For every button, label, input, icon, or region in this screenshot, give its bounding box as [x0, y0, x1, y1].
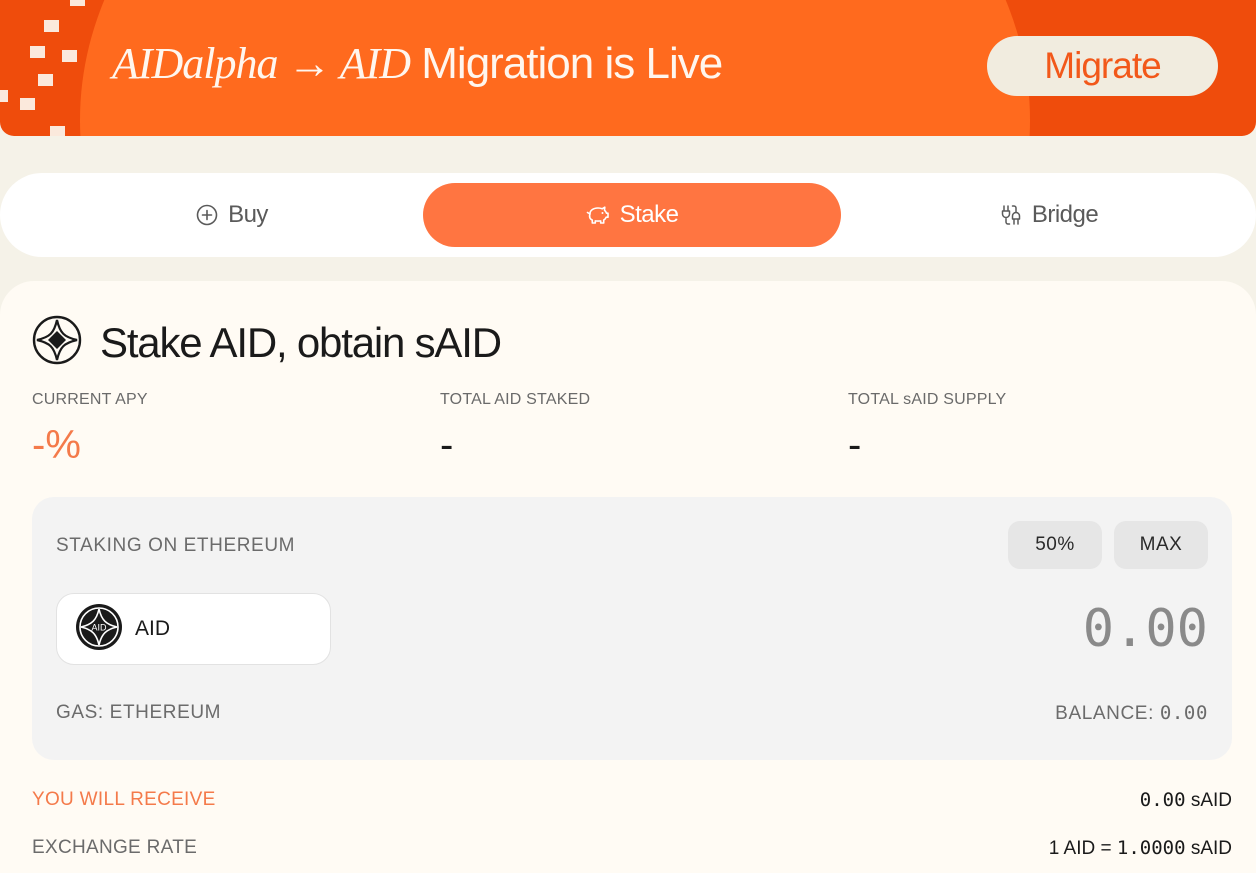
tab-bridge[interactable]: Bridge — [840, 183, 1256, 247]
staking-panel: STAKING ON ETHEREUM 50% MAX AID AID GAS:… — [32, 497, 1232, 760]
migration-banner: AIDalpha → AID Migration is Live Migrate — [0, 0, 1256, 136]
stat-label: TOTAL AID STAKED — [440, 391, 591, 408]
banner-headline: AIDalpha → AID Migration is Live — [112, 38, 723, 89]
exchange-rate: 1 AID = 1.0000 sAID — [1049, 837, 1232, 860]
tab-buy-label: Buy — [228, 201, 268, 228]
balance-value: 0.00 — [1159, 702, 1208, 724]
banner-headline-text: Migration is Live — [421, 39, 723, 88]
stat-value: - — [848, 423, 862, 467]
staking-network-label: STAKING ON ETHEREUM — [56, 535, 296, 556]
exchange-rate-unit: sAID — [1190, 838, 1232, 859]
stake-card: Stake AID, obtain sAID CURRENT APY -% TO… — [0, 281, 1256, 873]
page-title: Stake AID, obtain sAID — [100, 318, 502, 366]
tab-stake[interactable]: Stake — [423, 183, 841, 247]
half-button[interactable]: 50% — [1008, 521, 1102, 569]
exchange-rate-prefix: 1 AID = — [1048, 838, 1112, 859]
stake-header: Stake AID, obtain sAID — [32, 315, 502, 370]
stat-current-apy: CURRENT APY -% — [32, 391, 148, 468]
receive-value: 0.00 — [1139, 789, 1186, 811]
banner-pixel-decoration — [30, 46, 45, 58]
banner-pixel-decoration — [38, 74, 53, 86]
balance-readout: BALANCE: 0.00 — [1055, 702, 1208, 725]
receive-amount: 0.00 sAID — [1140, 789, 1232, 812]
banner-pixel-decoration — [62, 50, 77, 62]
banner-pixel-decoration — [70, 0, 85, 6]
gas-label: GAS: ETHEREUM — [56, 702, 222, 723]
bridge-icon — [1000, 204, 1022, 226]
tab-stake-label: Stake — [619, 201, 679, 228]
stat-label: CURRENT APY — [32, 391, 148, 408]
stat-value: - — [440, 423, 454, 467]
stat-label: TOTAL sAID SUPPLY — [848, 391, 1007, 408]
balance-label: BALANCE: — [1055, 703, 1154, 724]
plus-circle-icon — [196, 204, 218, 226]
exchange-rate-label: EXCHANGE RATE — [32, 837, 198, 858]
stat-value: -% — [32, 423, 81, 467]
banner-pixel-decoration — [44, 20, 59, 32]
token-selector[interactable]: AID AID — [56, 593, 331, 665]
banner-headline-italic: AIDalpha → AID — [112, 39, 411, 88]
banner-pixel-decoration — [0, 90, 8, 102]
tab-buy[interactable]: Buy — [23, 183, 441, 247]
tab-bridge-label: Bridge — [1031, 201, 1099, 228]
receive-label: YOU WILL RECEIVE — [32, 789, 216, 810]
aid-logo-icon — [32, 315, 82, 370]
receive-unit: sAID — [1190, 790, 1232, 811]
stat-total-staked: TOTAL AID STAKED - — [440, 391, 590, 468]
mode-tabs: Buy Stake Bridge — [0, 173, 1256, 257]
token-name: AID — [135, 617, 171, 640]
exchange-rate-value: 1.0000 — [1116, 837, 1186, 859]
piggy-bank-icon — [586, 204, 610, 226]
max-button[interactable]: MAX — [1114, 521, 1208, 569]
aid-token-icon: AID — [75, 603, 123, 656]
banner-pixel-decoration — [50, 126, 65, 136]
banner-pixel-decoration — [20, 98, 35, 110]
token-logo-text: AID — [91, 622, 107, 632]
migrate-button[interactable]: Migrate — [987, 36, 1218, 96]
amount-input[interactable] — [608, 597, 1208, 661]
stat-total-supply: TOTAL sAID SUPPLY - — [848, 391, 1006, 468]
